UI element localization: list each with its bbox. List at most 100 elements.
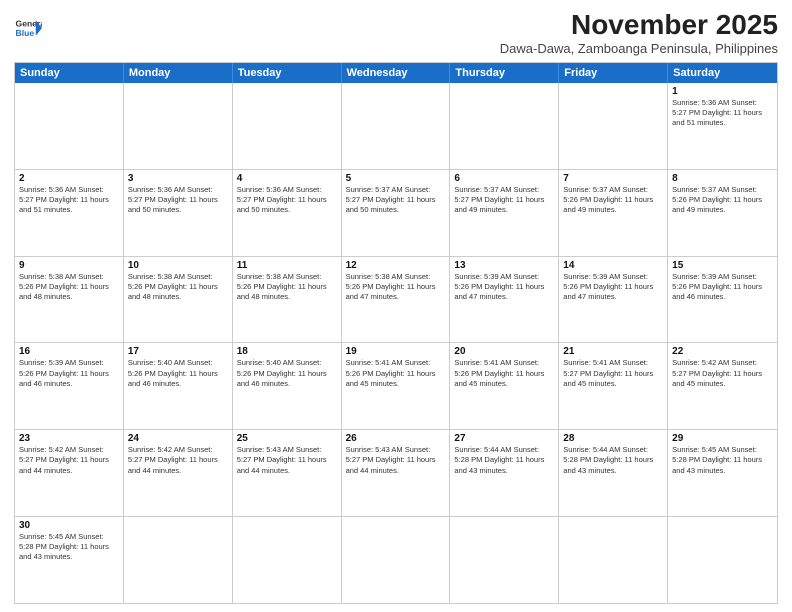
day-number: 18 [237, 346, 337, 357]
day-info: Sunrise: 5:39 AM Sunset: 5:26 PM Dayligh… [672, 272, 773, 302]
day-info: Sunrise: 5:40 AM Sunset: 5:26 PM Dayligh… [237, 358, 337, 388]
empty-cell-r5c3 [342, 517, 451, 603]
day-info: Sunrise: 5:44 AM Sunset: 5:28 PM Dayligh… [454, 445, 554, 475]
header: General Blue November 2025 Dawa-Dawa, Za… [14, 10, 778, 56]
day-number: 25 [237, 433, 337, 444]
day-info: Sunrise: 5:36 AM Sunset: 5:27 PM Dayligh… [19, 185, 119, 215]
day-cell-14: 14Sunrise: 5:39 AM Sunset: 5:26 PM Dayli… [559, 257, 668, 343]
calendar-row-5: 23Sunrise: 5:42 AM Sunset: 5:27 PM Dayli… [15, 429, 777, 516]
day-cell-12: 12Sunrise: 5:38 AM Sunset: 5:26 PM Dayli… [342, 257, 451, 343]
day-number: 10 [128, 260, 228, 271]
day-info: Sunrise: 5:43 AM Sunset: 5:27 PM Dayligh… [346, 445, 446, 475]
empty-cell-r0c0 [15, 83, 124, 169]
day-number: 14 [563, 260, 663, 271]
calendar-body: 1Sunrise: 5:36 AM Sunset: 5:27 PM Daylig… [15, 83, 777, 603]
day-info: Sunrise: 5:41 AM Sunset: 5:26 PM Dayligh… [346, 358, 446, 388]
day-info: Sunrise: 5:42 AM Sunset: 5:27 PM Dayligh… [19, 445, 119, 475]
day-number: 19 [346, 346, 446, 357]
day-cell-22: 22Sunrise: 5:42 AM Sunset: 5:27 PM Dayli… [668, 343, 777, 429]
day-cell-25: 25Sunrise: 5:43 AM Sunset: 5:27 PM Dayli… [233, 430, 342, 516]
title-area: November 2025 Dawa-Dawa, Zamboanga Penin… [500, 10, 778, 56]
day-cell-13: 13Sunrise: 5:39 AM Sunset: 5:26 PM Dayli… [450, 257, 559, 343]
calendar-row-3: 9Sunrise: 5:38 AM Sunset: 5:26 PM Daylig… [15, 256, 777, 343]
empty-cell-r0c4 [450, 83, 559, 169]
calendar-row-6: 30Sunrise: 5:45 AM Sunset: 5:28 PM Dayli… [15, 516, 777, 603]
day-info: Sunrise: 5:38 AM Sunset: 5:26 PM Dayligh… [19, 272, 119, 302]
empty-cell-r0c3 [342, 83, 451, 169]
day-cell-19: 19Sunrise: 5:41 AM Sunset: 5:26 PM Dayli… [342, 343, 451, 429]
day-cell-8: 8Sunrise: 5:37 AM Sunset: 5:26 PM Daylig… [668, 170, 777, 256]
empty-cell-r5c1 [124, 517, 233, 603]
day-info: Sunrise: 5:36 AM Sunset: 5:27 PM Dayligh… [672, 98, 773, 128]
day-number: 5 [346, 173, 446, 184]
day-number: 1 [672, 86, 773, 97]
day-cell-27: 27Sunrise: 5:44 AM Sunset: 5:28 PM Dayli… [450, 430, 559, 516]
empty-cell-r5c5 [559, 517, 668, 603]
day-cell-21: 21Sunrise: 5:41 AM Sunset: 5:27 PM Dayli… [559, 343, 668, 429]
day-number: 15 [672, 260, 773, 271]
day-cell-23: 23Sunrise: 5:42 AM Sunset: 5:27 PM Dayli… [15, 430, 124, 516]
day-info: Sunrise: 5:38 AM Sunset: 5:26 PM Dayligh… [128, 272, 228, 302]
day-cell-9: 9Sunrise: 5:38 AM Sunset: 5:26 PM Daylig… [15, 257, 124, 343]
day-info: Sunrise: 5:39 AM Sunset: 5:26 PM Dayligh… [454, 272, 554, 302]
logo-icon: General Blue [14, 14, 42, 42]
day-cell-15: 15Sunrise: 5:39 AM Sunset: 5:26 PM Dayli… [668, 257, 777, 343]
day-cell-28: 28Sunrise: 5:44 AM Sunset: 5:28 PM Dayli… [559, 430, 668, 516]
calendar-row-4: 16Sunrise: 5:39 AM Sunset: 5:26 PM Dayli… [15, 342, 777, 429]
day-cell-29: 29Sunrise: 5:45 AM Sunset: 5:28 PM Dayli… [668, 430, 777, 516]
day-info: Sunrise: 5:44 AM Sunset: 5:28 PM Dayligh… [563, 445, 663, 475]
day-number: 23 [19, 433, 119, 444]
day-number: 4 [237, 173, 337, 184]
day-info: Sunrise: 5:45 AM Sunset: 5:28 PM Dayligh… [19, 532, 119, 562]
day-cell-26: 26Sunrise: 5:43 AM Sunset: 5:27 PM Dayli… [342, 430, 451, 516]
day-number: 29 [672, 433, 773, 444]
empty-cell-r5c2 [233, 517, 342, 603]
day-info: Sunrise: 5:42 AM Sunset: 5:27 PM Dayligh… [128, 445, 228, 475]
day-number: 16 [19, 346, 119, 357]
day-info: Sunrise: 5:43 AM Sunset: 5:27 PM Dayligh… [237, 445, 337, 475]
day-number: 12 [346, 260, 446, 271]
day-cell-1: 1Sunrise: 5:36 AM Sunset: 5:27 PM Daylig… [668, 83, 777, 169]
day-info: Sunrise: 5:39 AM Sunset: 5:26 PM Dayligh… [563, 272, 663, 302]
weekday-header-sunday: Sunday [15, 63, 124, 83]
day-cell-3: 3Sunrise: 5:36 AM Sunset: 5:27 PM Daylig… [124, 170, 233, 256]
weekday-header-saturday: Saturday [668, 63, 777, 83]
calendar-header: SundayMondayTuesdayWednesdayThursdayFrid… [15, 63, 777, 83]
calendar-row-1: 1Sunrise: 5:36 AM Sunset: 5:27 PM Daylig… [15, 83, 777, 169]
day-number: 27 [454, 433, 554, 444]
day-info: Sunrise: 5:37 AM Sunset: 5:27 PM Dayligh… [454, 185, 554, 215]
weekday-header-friday: Friday [559, 63, 668, 83]
day-info: Sunrise: 5:37 AM Sunset: 5:26 PM Dayligh… [672, 185, 773, 215]
day-number: 9 [19, 260, 119, 271]
day-number: 22 [672, 346, 773, 357]
calendar-row-2: 2Sunrise: 5:36 AM Sunset: 5:27 PM Daylig… [15, 169, 777, 256]
day-number: 21 [563, 346, 663, 357]
day-cell-30: 30Sunrise: 5:45 AM Sunset: 5:28 PM Dayli… [15, 517, 124, 603]
day-number: 20 [454, 346, 554, 357]
day-number: 2 [19, 173, 119, 184]
day-cell-10: 10Sunrise: 5:38 AM Sunset: 5:26 PM Dayli… [124, 257, 233, 343]
day-info: Sunrise: 5:37 AM Sunset: 5:26 PM Dayligh… [563, 185, 663, 215]
day-number: 28 [563, 433, 663, 444]
day-info: Sunrise: 5:36 AM Sunset: 5:27 PM Dayligh… [237, 185, 337, 215]
month-title: November 2025 [500, 10, 778, 41]
day-cell-20: 20Sunrise: 5:41 AM Sunset: 5:26 PM Dayli… [450, 343, 559, 429]
day-cell-5: 5Sunrise: 5:37 AM Sunset: 5:27 PM Daylig… [342, 170, 451, 256]
empty-cell-r0c1 [124, 83, 233, 169]
day-info: Sunrise: 5:41 AM Sunset: 5:27 PM Dayligh… [563, 358, 663, 388]
calendar: SundayMondayTuesdayWednesdayThursdayFrid… [14, 62, 778, 604]
empty-cell-r5c4 [450, 517, 559, 603]
day-info: Sunrise: 5:38 AM Sunset: 5:26 PM Dayligh… [237, 272, 337, 302]
day-info: Sunrise: 5:39 AM Sunset: 5:26 PM Dayligh… [19, 358, 119, 388]
empty-cell-r5c6 [668, 517, 777, 603]
day-cell-18: 18Sunrise: 5:40 AM Sunset: 5:26 PM Dayli… [233, 343, 342, 429]
day-number: 30 [19, 520, 119, 531]
day-number: 8 [672, 173, 773, 184]
day-number: 26 [346, 433, 446, 444]
day-cell-16: 16Sunrise: 5:39 AM Sunset: 5:26 PM Dayli… [15, 343, 124, 429]
day-info: Sunrise: 5:41 AM Sunset: 5:26 PM Dayligh… [454, 358, 554, 388]
day-cell-7: 7Sunrise: 5:37 AM Sunset: 5:26 PM Daylig… [559, 170, 668, 256]
day-number: 3 [128, 173, 228, 184]
day-info: Sunrise: 5:36 AM Sunset: 5:27 PM Dayligh… [128, 185, 228, 215]
day-cell-24: 24Sunrise: 5:42 AM Sunset: 5:27 PM Dayli… [124, 430, 233, 516]
